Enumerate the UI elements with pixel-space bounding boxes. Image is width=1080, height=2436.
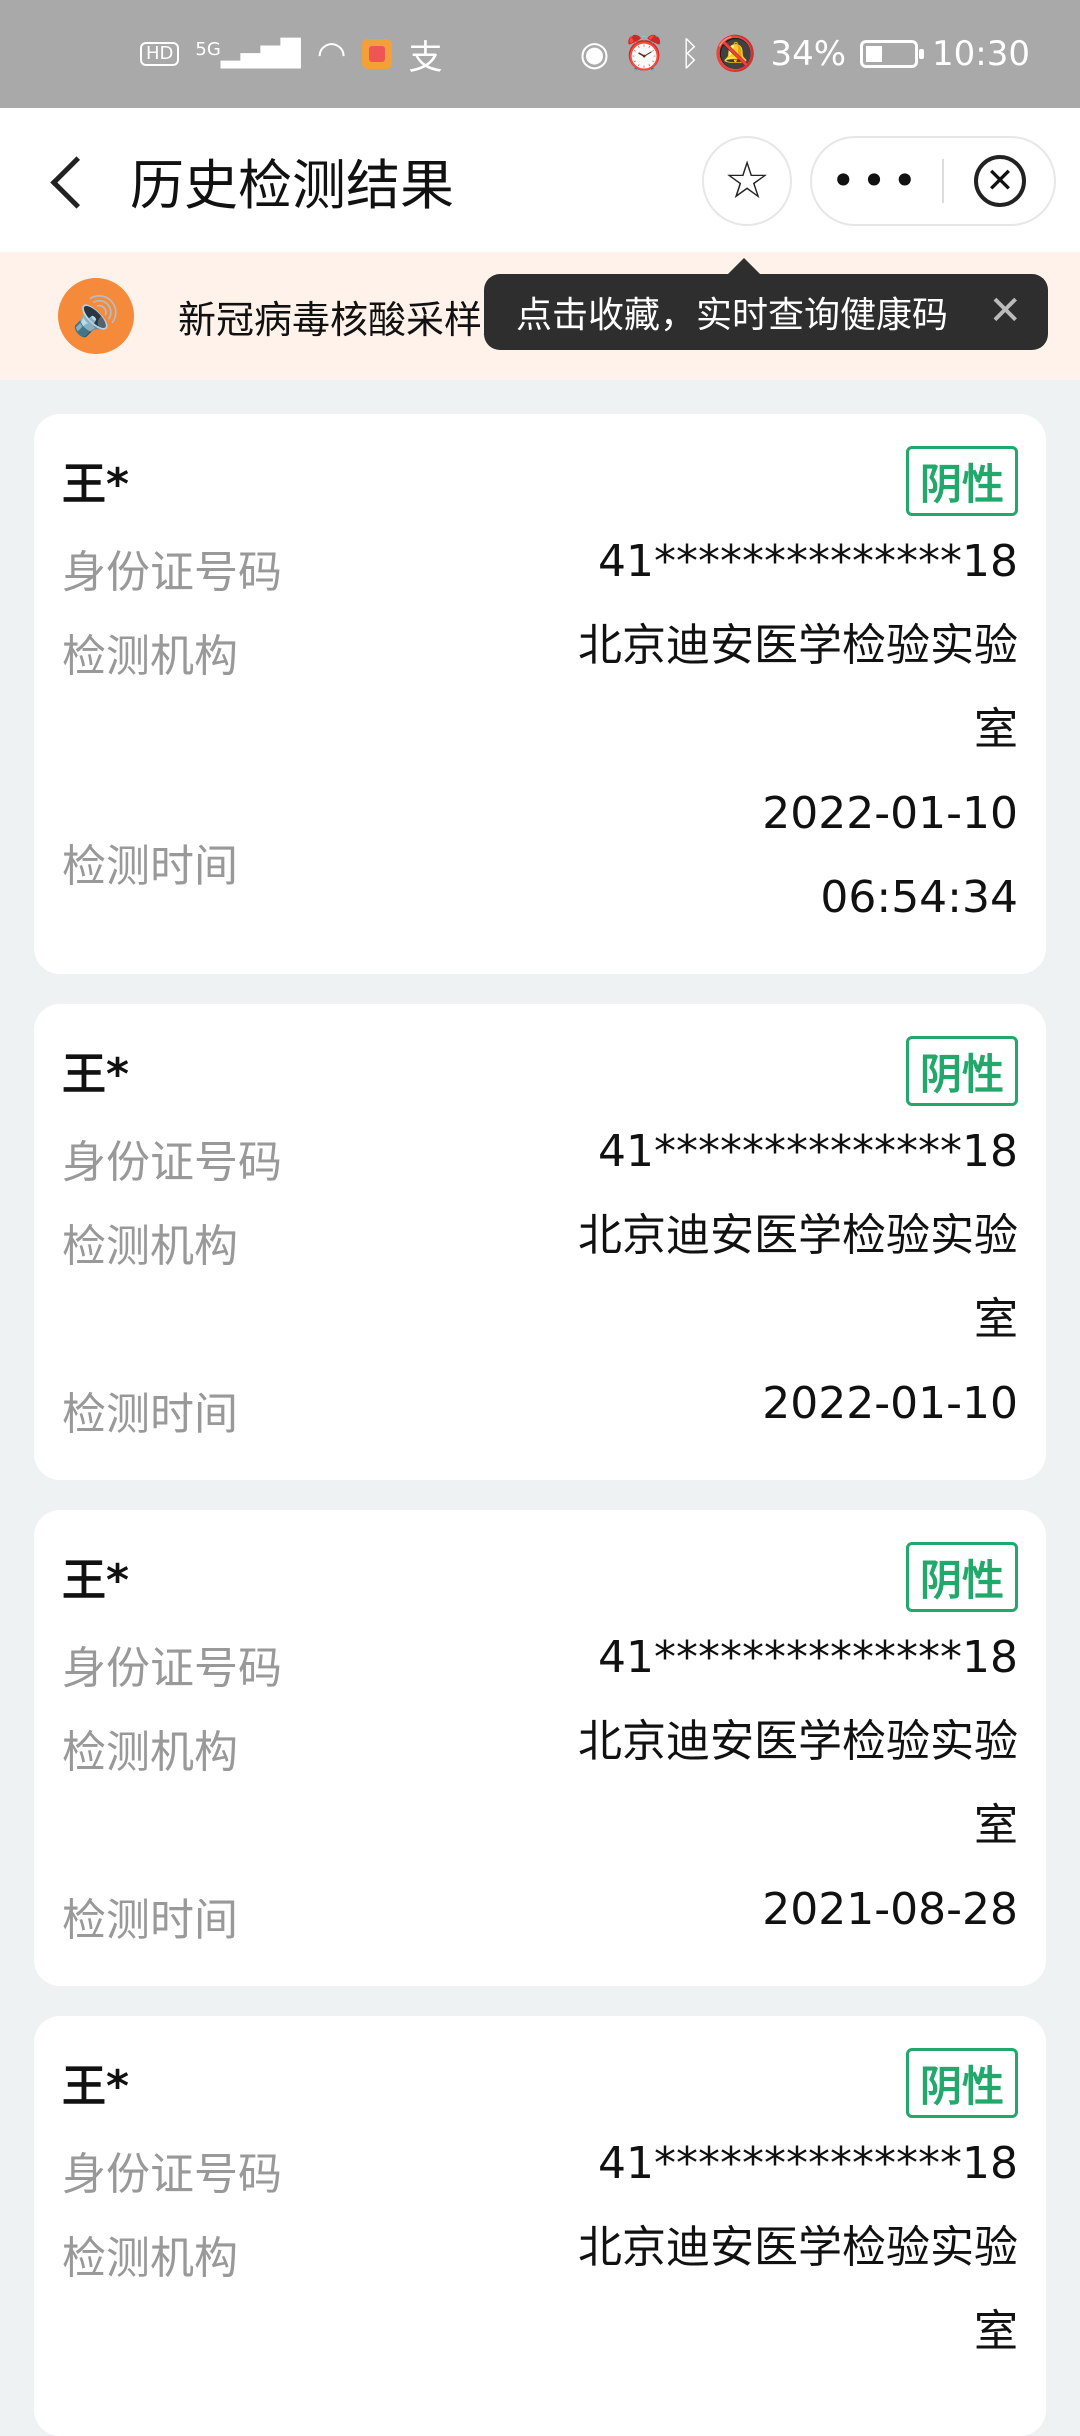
header: 历史检测结果 ☆ ••• ✕: [0, 108, 1080, 252]
person-name: 王*: [62, 1555, 130, 1606]
id-value: 41**************18: [598, 1632, 1018, 1683]
clock: 10:30: [932, 34, 1030, 74]
battery-percent: 34%: [770, 34, 847, 74]
org-value-line2: 室: [974, 1800, 1018, 1851]
alarm-icon: ⏰: [623, 34, 666, 74]
org-value-line2: 室: [974, 704, 1018, 755]
id-label: 身份证号码: [62, 547, 282, 598]
org-value-line1: 北京迪安医学检验实验: [578, 2222, 1018, 2273]
time-value-line1: 2022-01-10: [762, 1378, 1018, 1429]
close-icon: ✕: [985, 161, 1015, 201]
org-value-line2: 室: [974, 1294, 1018, 1345]
network-type: 5G: [195, 39, 221, 60]
status-badge: 阴性: [906, 1036, 1018, 1106]
signal-icon: 5G▂▄▆█: [195, 39, 301, 69]
app-icon: [362, 39, 393, 69]
status-right-icons: ◉ ⏰ ᛒ 🔕 34% 10:30: [580, 34, 1030, 74]
status-badge: 阴性: [906, 446, 1018, 516]
result-card[interactable]: 王* 阴性 身份证号码 41**************18 检测机构 北京迪安…: [34, 414, 1046, 974]
speaker-icon: 🔊: [58, 278, 134, 354]
id-label: 身份证号码: [62, 1137, 282, 1188]
eye-icon: ◉: [579, 34, 610, 74]
time-label: 检测时间: [62, 841, 238, 892]
person-name: 王*: [62, 2061, 130, 2112]
time-label: 检测时间: [62, 1389, 238, 1440]
id-value: 41**************18: [598, 1126, 1018, 1177]
org-value-line1: 北京迪安医学检验实验: [578, 1716, 1018, 1767]
close-mini-program-button[interactable]: ✕: [974, 155, 1026, 207]
mute-icon: 🔕: [714, 34, 757, 74]
id-label: 身份证号码: [62, 1643, 282, 1694]
star-icon: ☆: [723, 151, 771, 211]
org-label: 检测机构: [62, 1727, 238, 1778]
org-label: 检测机构: [62, 631, 238, 682]
result-card[interactable]: 王* 阴性 身份证号码 41**************18 检测机构 北京迪安…: [34, 2016, 1046, 2436]
person-name: 王*: [62, 1049, 130, 1100]
result-card[interactable]: 王* 阴性 身份证号码 41**************18 检测机构 北京迪安…: [34, 1510, 1046, 1986]
back-button[interactable]: [40, 150, 100, 210]
org-label: 检测机构: [62, 2233, 238, 2284]
time-value-line2: 06:54:34: [820, 872, 1018, 923]
status-left-icons: HD 5G▂▄▆█ ◠ 支: [140, 30, 442, 79]
id-label: 身份证号码: [62, 2149, 282, 2200]
tooltip-close-button[interactable]: ✕: [988, 288, 1022, 334]
status-bar: HD 5G▂▄▆█ ◠ 支 ◉ ⏰ ᛒ 🔕 34% 10:30: [0, 0, 1080, 108]
org-label: 检测机构: [62, 1221, 238, 1272]
result-card[interactable]: 王* 阴性 身份证号码 41**************18 检测机构 北京迪安…: [34, 1004, 1046, 1480]
time-label: 检测时间: [62, 1895, 238, 1946]
bluetooth-icon: ᛒ: [679, 34, 701, 74]
page-title: 历史检测结果: [130, 153, 454, 217]
capsule-divider: [942, 159, 944, 203]
time-value-line1: 2022-01-10: [762, 788, 1018, 839]
favorite-tooltip: 点击收藏，实时查询健康码 ✕: [484, 258, 1048, 350]
mini-program-capsule: ••• ✕: [810, 136, 1056, 226]
status-badge: 阴性: [906, 2048, 1018, 2118]
time-value-line1: 2021-08-28: [762, 1884, 1018, 1935]
alipay-icon: 支: [408, 37, 443, 78]
wifi-icon: ◠: [316, 34, 347, 74]
more-button[interactable]: •••: [812, 160, 942, 202]
person-name: 王*: [62, 459, 130, 510]
status-badge: 阴性: [906, 1542, 1018, 1612]
id-value: 41**************18: [598, 536, 1018, 587]
org-value-line1: 北京迪安医学检验实验: [578, 1210, 1018, 1261]
battery-icon: [860, 40, 925, 68]
hd-icon: HD: [140, 42, 180, 66]
org-value-line1: 北京迪安医学检验实验: [578, 620, 1018, 671]
favorite-button[interactable]: ☆: [702, 136, 792, 226]
org-value-line2: 室: [974, 2306, 1018, 2357]
id-value: 41**************18: [598, 2138, 1018, 2189]
tooltip-text: 点击收藏，实时查询健康码: [516, 295, 949, 336]
